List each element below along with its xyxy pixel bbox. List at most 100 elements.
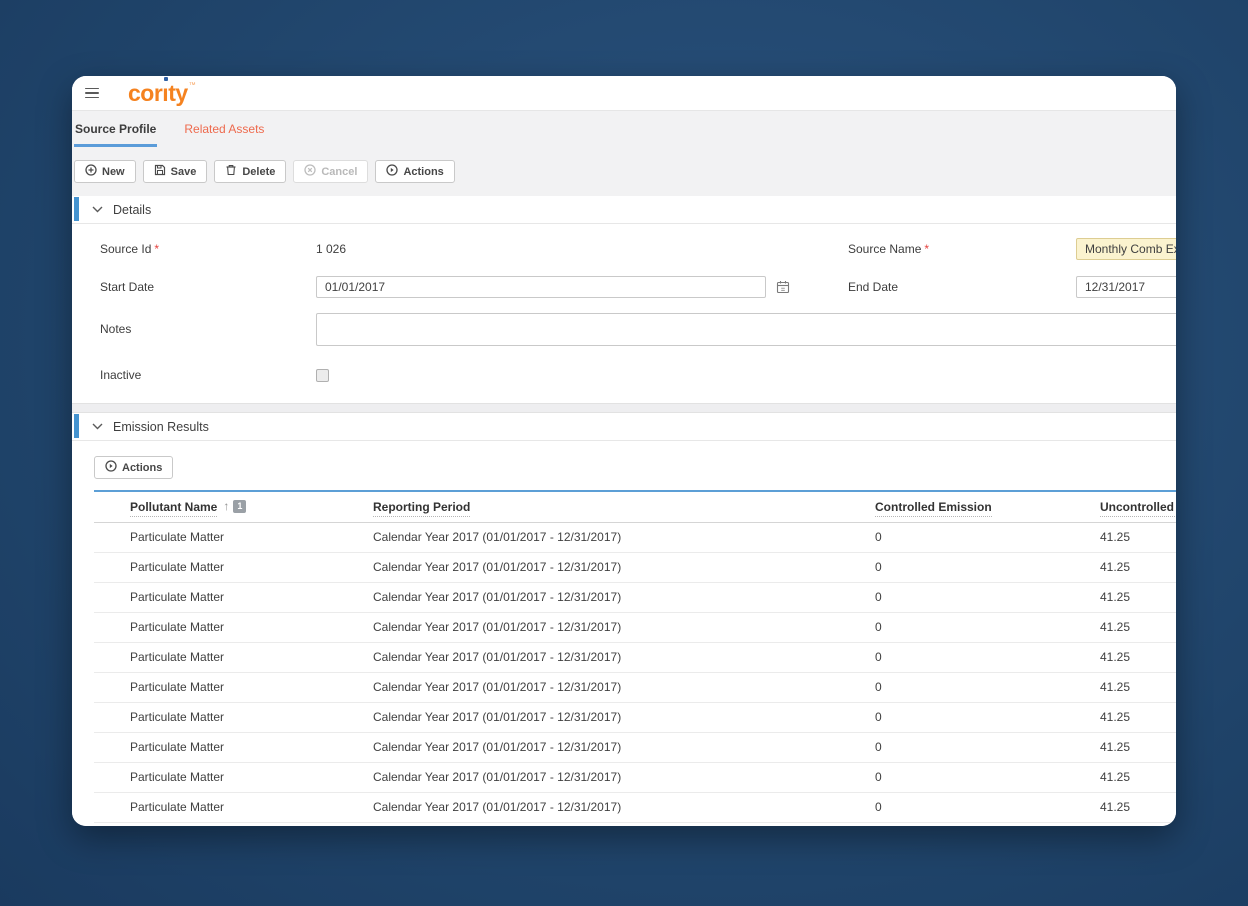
- table-row[interactable]: Particulate Matter Calendar Year 2017 (0…: [94, 522, 1176, 553]
- uncontrolled-emission-cell: 41.25: [1100, 732, 1176, 763]
- controlled-emission-cell: 0: [875, 552, 1100, 583]
- column-header-pollutant-name[interactable]: Pollutant Name ↑ 1: [94, 491, 373, 522]
- top-bar: cor ı ty ™: [72, 76, 1176, 110]
- source-id-value: 1 026: [316, 242, 347, 256]
- section-title: Emission Results: [113, 419, 209, 434]
- reporting-period-cell: Calendar Year 2017 (01/01/2017 - 12/31/2…: [373, 702, 875, 733]
- hamburger-menu-icon[interactable]: [80, 81, 104, 105]
- controlled-emission-cell: 0: [875, 522, 1100, 553]
- source-name-input[interactable]: [1076, 238, 1176, 260]
- table-row[interactable]: Particulate Matter Calendar Year 2017 (0…: [94, 762, 1176, 793]
- trademark-symbol: ™: [188, 81, 196, 89]
- tab-related-assets[interactable]: Related Assets: [183, 122, 265, 147]
- play-circle-icon: [386, 164, 399, 179]
- start-date-input[interactable]: [316, 276, 766, 298]
- table-header-row: Pollutant Name ↑ 1 Reporting Period Contro…: [94, 491, 1176, 522]
- end-date-label: End Date: [848, 280, 899, 294]
- notes-label: Notes: [100, 322, 132, 336]
- section-title: Details: [113, 202, 152, 217]
- pollutant-name-cell: Particulate Matter: [94, 672, 373, 703]
- table-row[interactable]: Particulate Matter Calendar Year 2017 (0…: [94, 552, 1176, 583]
- reporting-period-cell: Calendar Year 2017 (01/01/2017 - 12/31/2…: [373, 582, 875, 613]
- emission-results-section: Emission Results Actions Pollutant Name ↑…: [72, 413, 1176, 826]
- details-section-header[interactable]: Details: [72, 196, 1176, 224]
- grid-actions-button[interactable]: Actions: [94, 456, 174, 479]
- calendar-icon[interactable]: [766, 280, 800, 294]
- uncontrolled-emission-cell: 41.25: [1100, 672, 1176, 703]
- table-row[interactable]: Particulate Matter Calendar Year 2017 (0…: [94, 792, 1176, 823]
- controlled-emission-cell: 0: [875, 612, 1100, 643]
- reporting-period-cell: Calendar Year 2017 (01/01/2017 - 12/31/2…: [373, 792, 875, 823]
- save-button[interactable]: Save: [142, 160, 208, 183]
- pollutant-name-cell: Particulate Matter: [94, 732, 373, 763]
- sort-indicator: ↑ 1: [223, 499, 247, 514]
- plus-circle-icon: [85, 164, 97, 179]
- column-header-controlled-emission[interactable]: Controlled Emission: [875, 491, 1100, 522]
- actions-button[interactable]: Actions: [375, 160, 455, 183]
- app-window: cor ı ty ™ Source Profile Related Assets Ne…: [72, 76, 1176, 826]
- details-section: Details Source Id* 1 026 Source Name* St…: [72, 196, 1176, 403]
- table-row[interactable]: Particulate Matter Calendar Year 2017 (0…: [94, 672, 1176, 703]
- required-asterisk: *: [924, 242, 930, 256]
- save-icon: [154, 164, 166, 179]
- uncontrolled-emission-cell: 41.25: [1100, 522, 1176, 553]
- controlled-emission-cell: 0: [875, 582, 1100, 613]
- play-circle-icon: [105, 460, 117, 475]
- pollutant-name-cell: Particulate Matter: [94, 642, 373, 673]
- reporting-period-cell: Calendar Year 2017 (01/01/2017 - 12/31/2…: [373, 642, 875, 673]
- pollutant-name-cell: Particulate Matter: [94, 552, 373, 583]
- column-header-reporting-period[interactable]: Reporting Period: [373, 491, 875, 522]
- column-header-uncontrolled-emission[interactable]: Uncontrolled Emission: [1100, 491, 1176, 522]
- source-name-label: Source Name *: [848, 242, 930, 256]
- notes-input[interactable]: [316, 313, 1176, 346]
- table-row[interactable]: Particulate Matter Calendar Year 2017 (0…: [94, 732, 1176, 763]
- inactive-checkbox[interactable]: [316, 368, 329, 382]
- reporting-period-cell: Calendar Year 2017 (01/01/2017 - 12/31/2…: [373, 552, 875, 583]
- inactive-label: Inactive: [100, 368, 142, 382]
- uncontrolled-emission-cell: 41.25: [1100, 552, 1176, 583]
- reporting-period-cell: Calendar Year 2017 (01/01/2017 - 12/31/2…: [373, 672, 875, 703]
- chevron-down-icon: [92, 206, 103, 213]
- end-date-input[interactable]: [1076, 276, 1176, 298]
- controlled-emission-cell: 0: [875, 702, 1100, 733]
- table-row[interactable]: Particulate Matter Calendar Year 2017 (0…: [94, 582, 1176, 613]
- cancel-button[interactable]: Cancel: [293, 160, 369, 183]
- table-row[interactable]: Particulate Matter Calendar Year 2017 (0…: [94, 702, 1176, 733]
- uncontrolled-emission-cell: 41.25: [1100, 792, 1176, 823]
- tab-bar: Source Profile Related Assets: [74, 111, 1174, 147]
- chevron-down-icon: [92, 423, 103, 430]
- tab-toolbar-band: Source Profile Related Assets New Save D…: [72, 110, 1176, 196]
- controlled-emission-cell: 0: [875, 762, 1100, 793]
- sort-ascending-icon: ↑: [223, 499, 230, 514]
- logo-blue-dot: [163, 76, 169, 81]
- controlled-emission-cell: 0: [875, 792, 1100, 823]
- new-button[interactable]: New: [74, 160, 136, 183]
- emission-results-table: Pollutant Name ↑ 1 Reporting Period Contro…: [94, 490, 1176, 823]
- table-row[interactable]: Particulate Matter Calendar Year 2017 (0…: [94, 612, 1176, 643]
- reporting-period-cell: Calendar Year 2017 (01/01/2017 - 12/31/2…: [373, 522, 875, 553]
- required-asterisk: *: [154, 242, 160, 256]
- pollutant-name-cell: Particulate Matter: [94, 762, 373, 793]
- uncontrolled-emission-cell: 41.25: [1100, 702, 1176, 733]
- cority-logo: cor ı ty ™: [128, 76, 196, 105]
- x-circle-icon: [304, 164, 317, 179]
- controlled-emission-cell: 0: [875, 732, 1100, 763]
- emission-results-section-header[interactable]: Emission Results: [72, 413, 1176, 441]
- reporting-period-cell: Calendar Year 2017 (01/01/2017 - 12/31/2…: [373, 762, 875, 793]
- trash-icon: [225, 164, 237, 179]
- controlled-emission-cell: 0: [875, 642, 1100, 673]
- pollutant-name-cell: Particulate Matter: [94, 702, 373, 733]
- uncontrolled-emission-cell: 41.25: [1100, 582, 1176, 613]
- table-row[interactable]: Particulate Matter Calendar Year 2017 (0…: [94, 642, 1176, 673]
- start-date-label: Start Date: [100, 280, 155, 294]
- details-form: Source Id* 1 026 Source Name* Start Date…: [72, 224, 1176, 382]
- delete-button[interactable]: Delete: [214, 160, 287, 183]
- section-accent-bar: [74, 414, 79, 438]
- tab-source-profile[interactable]: Source Profile: [74, 122, 158, 147]
- uncontrolled-emission-cell: 41.25: [1100, 612, 1176, 643]
- pollutant-name-cell: Particulate Matter: [94, 792, 373, 823]
- uncontrolled-emission-cell: 41.25: [1100, 642, 1176, 673]
- section-divider: [72, 403, 1176, 413]
- source-id-label: Source Id *: [100, 242, 160, 256]
- record-toolbar: New Save Delete Cancel Actions: [74, 160, 1174, 183]
